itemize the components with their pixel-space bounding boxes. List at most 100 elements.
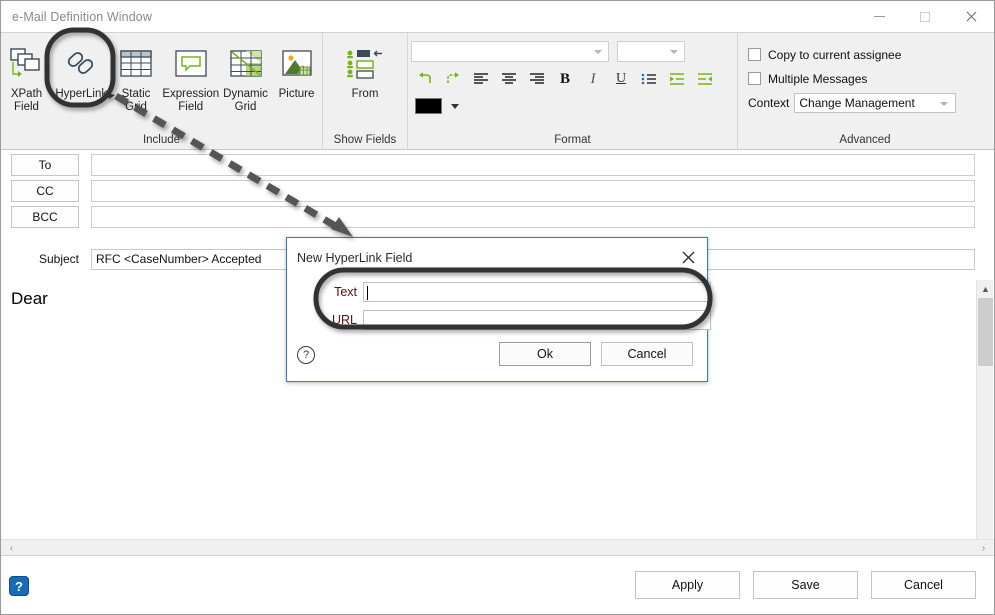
minimize-icon <box>873 16 885 17</box>
increase-indent-icon <box>670 73 684 85</box>
ribbon-label-expression-2: Field <box>178 100 204 113</box>
to-row: To <box>11 154 975 176</box>
static-grid-icon <box>119 41 153 87</box>
cc-input[interactable] <box>91 180 975 202</box>
dynamic-grid-icon <box>229 41 263 87</box>
ribbon-button-expression-field[interactable]: Expression Field <box>162 37 221 132</box>
ribbon-button-hyperlink[interactable]: HyperLink <box>52 37 111 132</box>
subject-value: RFC <CaseNumber> Accepted <box>96 252 262 266</box>
ribbon-label-from: From <box>351 88 379 100</box>
dialog-cancel-button[interactable]: Cancel <box>601 342 693 366</box>
ribbon-button-xpath-field[interactable]: XPath Field <box>1 37 52 132</box>
close-icon <box>682 251 694 263</box>
align-right-button[interactable] <box>523 67 551 91</box>
dialog-help-icon[interactable]: ? <box>297 346 315 364</box>
bold-button[interactable]: B <box>551 67 579 91</box>
multiple-messages-row[interactable]: Multiple Messages <box>748 68 992 89</box>
ribbon-group-advanced: Copy to current assignee Multiple Messag… <box>738 33 992 151</box>
window-title: e-Mail Definition Window <box>12 9 152 24</box>
apply-button[interactable]: Apply <box>635 571 740 599</box>
underline-icon: U <box>615 71 627 86</box>
vertical-scroll-thumb[interactable] <box>978 298 993 366</box>
ribbon-group-label-format: Format <box>554 134 591 146</box>
ribbon-label-dynamic-1: Dynamic <box>223 88 268 100</box>
multiple-messages-checkbox[interactable] <box>748 72 761 85</box>
font-color-swatch[interactable] <box>415 98 442 114</box>
ribbon-group-label-include: Include <box>142 134 181 146</box>
increase-indent-button[interactable] <box>663 67 691 91</box>
ribbon-group-include: XPath Field HyperLink Static Grid Expres… <box>1 33 323 151</box>
save-button[interactable]: Save <box>753 571 858 599</box>
dialog-text-label: Text <box>334 285 357 299</box>
align-right-icon <box>530 73 544 84</box>
ribbon-group-format: B I U Format <box>408 33 738 151</box>
close-button[interactable] <box>948 1 994 32</box>
bcc-button[interactable]: BCC <box>11 206 79 228</box>
decrease-indent-icon <box>698 73 712 85</box>
body-horizontal-scrollbar[interactable]: ‹ › <box>1 539 994 556</box>
multiple-messages-label: Multiple Messages <box>768 71 868 86</box>
dialog-close-button[interactable] <box>677 247 699 267</box>
ribbon-button-dynamic-grid[interactable]: Dynamic Grid <box>220 37 271 132</box>
dialog-ok-button[interactable]: Ok <box>499 342 591 366</box>
italic-icon: I <box>590 70 596 87</box>
copy-to-assignee-row[interactable]: Copy to current assignee <box>748 44 992 65</box>
scroll-right-icon[interactable]: › <box>975 540 992 557</box>
context-label: Context <box>748 95 790 110</box>
cc-button[interactable]: CC <box>11 180 79 202</box>
ribbon-label-hyperlink: HyperLink <box>55 88 108 100</box>
ribbon-group-show-fields: From Show Fields <box>323 33 408 151</box>
ribbon-label-static-1: Static <box>121 88 151 100</box>
footer-bar: ? Apply Save Cancel <box>1 556 994 614</box>
ribbon-button-picture[interactable]: Picture <box>271 37 322 132</box>
redo-button[interactable] <box>439 67 467 91</box>
hyperlink-icon <box>61 41 101 87</box>
ribbon-label-static-2: Grid <box>125 100 147 113</box>
underline-button[interactable]: U <box>607 67 635 91</box>
bold-icon: B <box>559 70 570 87</box>
context-value: Change Management <box>799 95 915 110</box>
dialog-text-input[interactable] <box>363 282 711 302</box>
ribbon-button-static-grid[interactable]: Static Grid <box>111 37 162 132</box>
bcc-row: BCC <box>11 206 975 228</box>
footer-buttons: Apply Save Cancel <box>635 571 976 599</box>
to-button[interactable]: To <box>11 154 79 176</box>
ribbon-group-label-advanced: Advanced <box>839 134 891 146</box>
help-icon[interactable]: ? <box>9 576 29 596</box>
chevron-down-icon[interactable] <box>451 103 459 109</box>
to-input[interactable] <box>91 154 975 176</box>
minimize-button[interactable] <box>856 1 902 32</box>
ribbon-group-label-show-fields: Show Fields <box>333 134 397 146</box>
italic-button[interactable]: I <box>579 67 607 91</box>
maximize-icon <box>920 11 930 22</box>
decrease-indent-button[interactable] <box>691 67 719 91</box>
undo-icon <box>419 72 431 83</box>
font-family-combo[interactable] <box>411 40 609 62</box>
cancel-button[interactable]: Cancel <box>871 571 976 599</box>
dialog-url-input[interactable] <box>363 310 711 330</box>
ribbon-label-xpath-2: Field <box>14 100 39 113</box>
dialog-url-row: URL <box>317 310 711 330</box>
body-vertical-scrollbar[interactable]: ▲ ▼ <box>976 280 993 555</box>
ribbon-label-picture: Picture <box>278 88 315 100</box>
maximize-button[interactable] <box>902 1 948 32</box>
context-combo[interactable]: Change Management <box>794 92 957 113</box>
font-size-combo[interactable] <box>617 40 685 62</box>
copy-to-assignee-checkbox[interactable] <box>748 48 761 61</box>
close-icon <box>965 11 977 23</box>
ribbon-label-expression-1: Expression <box>162 88 220 100</box>
expression-field-icon <box>174 41 208 87</box>
align-center-button[interactable] <box>495 67 523 91</box>
ribbon-button-from[interactable]: From <box>339 37 391 132</box>
undo-button[interactable] <box>411 67 439 91</box>
bullet-list-button[interactable] <box>635 67 663 91</box>
subject-label: Subject <box>38 252 79 266</box>
bcc-input[interactable] <box>91 206 975 228</box>
scroll-up-icon[interactable]: ▲ <box>977 280 994 297</box>
from-field-icon <box>345 41 385 87</box>
new-hyperlink-field-dialog: New HyperLink Field Text URL ? Ok Cancel <box>286 237 711 382</box>
align-left-button[interactable] <box>467 67 495 91</box>
scroll-left-icon[interactable]: ‹ <box>3 540 20 557</box>
email-definition-window: e-Mail Definition Window XPath Field Hyp… <box>0 0 995 615</box>
redo-icon <box>447 72 459 83</box>
